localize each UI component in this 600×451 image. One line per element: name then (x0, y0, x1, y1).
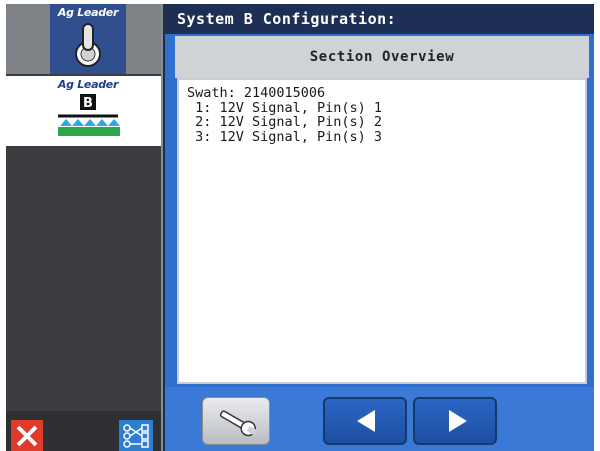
section-line: 1: 12V Signal, Pin(s) 1 (187, 99, 383, 116)
sidebar-module-switch[interactable]: Ag Leader (6, 4, 161, 74)
section-line: 3: 12V Signal, Pin(s) 3 (187, 128, 383, 145)
close-button[interactable] (11, 420, 43, 451)
previous-button[interactable] (323, 397, 407, 445)
section-line: 2: 12V Signal, Pin(s) 2 (187, 114, 383, 130)
module-sidebar: Ag Leader Ag Leader B (6, 4, 163, 451)
boom-b-icon: B (58, 94, 120, 136)
sidebar-module-boom[interactable]: Ag Leader B (6, 76, 161, 146)
configuration-button[interactable] (119, 420, 153, 451)
toggle-switch-icon (75, 23, 101, 67)
wrench-icon (219, 410, 258, 437)
configuration-grid-icon (123, 424, 149, 448)
next-button[interactable] (413, 397, 497, 445)
page-title: System B Configuration: (165, 4, 594, 34)
section-overview-list: Swath: 2140015006 1: 12V Signal, Pin(s) … (177, 78, 587, 384)
ag-leader-logo-tile: Ag Leader B (50, 76, 126, 146)
ag-leader-logo-tile: Ag Leader (50, 4, 126, 74)
navigation-bar (165, 387, 594, 451)
svg-text:B: B (83, 96, 93, 111)
section-heading: Section Overview (175, 36, 589, 78)
arrow-right-icon (449, 410, 467, 432)
close-x-icon (16, 425, 38, 447)
arrow-left-icon (357, 410, 375, 432)
swath-line: Swath: 2140015006 (187, 85, 326, 101)
settings-button[interactable] (202, 397, 270, 445)
sidebar-bottom-bar (6, 411, 161, 451)
configuration-panel: System B Configuration: Section Overview… (165, 4, 594, 451)
